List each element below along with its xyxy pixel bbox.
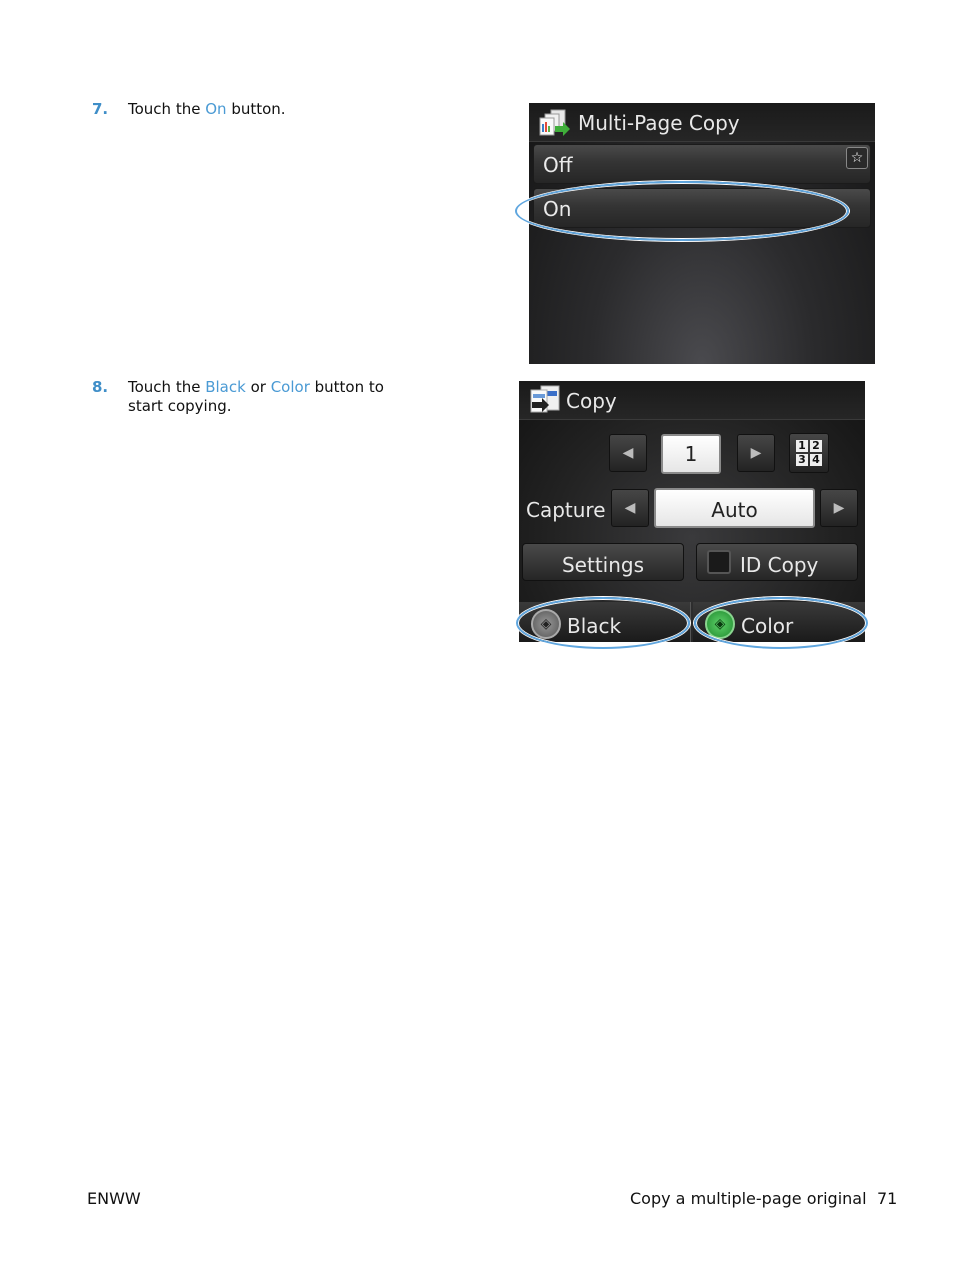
- highlight-black: Black: [205, 378, 246, 396]
- page-grid-icon: 1 2 3 4: [796, 440, 822, 466]
- copies-count-field[interactable]: 1: [661, 434, 721, 474]
- copies-decrease-button[interactable]: ◀: [609, 434, 647, 472]
- text-run: Touch the: [128, 100, 206, 118]
- text-run: or: [245, 378, 271, 396]
- grid-digit: 4: [810, 454, 822, 466]
- highlight-on: On: [205, 100, 227, 118]
- capture-mode-field[interactable]: Auto: [654, 488, 815, 528]
- button-label: Settings: [561, 553, 645, 577]
- page-number: 71: [877, 1189, 898, 1208]
- grid-digit: 3: [796, 454, 808, 466]
- option-label: Off: [543, 153, 573, 177]
- footer-section-title: Copy a multiple-page original: [630, 1189, 867, 1208]
- grid-digit: 1: [796, 440, 808, 452]
- screen-title-bar: Multi-Page Copy: [529, 103, 875, 142]
- multi-page-copy-icon: [539, 109, 570, 136]
- screen-title-bar: Copy: [519, 381, 865, 420]
- text-run: Touch the: [128, 378, 206, 396]
- copies-increase-button[interactable]: ▶: [737, 434, 775, 472]
- screen-title: Multi-Page Copy: [578, 111, 740, 135]
- footer-locale: ENWW: [87, 1189, 141, 1208]
- button-label: ID Copy: [740, 553, 819, 577]
- grid-digit: 2: [810, 440, 822, 452]
- pages-per-sheet-button[interactable]: 1 2 3 4: [789, 433, 829, 473]
- highlight-ring-on: [515, 181, 849, 241]
- step-text: Touch the Black or Color button to start…: [128, 378, 418, 416]
- checkbox-icon[interactable]: [707, 550, 731, 574]
- step-number: 8.: [92, 378, 109, 396]
- highlight-ring-black: [516, 597, 690, 649]
- option-off-button[interactable]: Off ☆: [533, 144, 871, 184]
- text-run: button.: [226, 100, 286, 118]
- capture-prev-button[interactable]: ◀: [611, 489, 649, 527]
- id-copy-button[interactable]: ID Copy: [696, 543, 858, 581]
- capture-label: Capture: [526, 498, 606, 522]
- highlight-ring-color: [694, 597, 868, 649]
- screen-title: Copy: [566, 389, 617, 413]
- step-text: Touch the On button.: [128, 100, 428, 119]
- settings-button[interactable]: Settings: [522, 543, 684, 581]
- highlight-color: Color: [270, 378, 310, 396]
- step-number: 7.: [92, 100, 109, 118]
- capture-next-button[interactable]: ▶: [820, 489, 858, 527]
- copy-icon: [530, 385, 560, 413]
- favorite-star-icon[interactable]: ☆: [846, 147, 868, 169]
